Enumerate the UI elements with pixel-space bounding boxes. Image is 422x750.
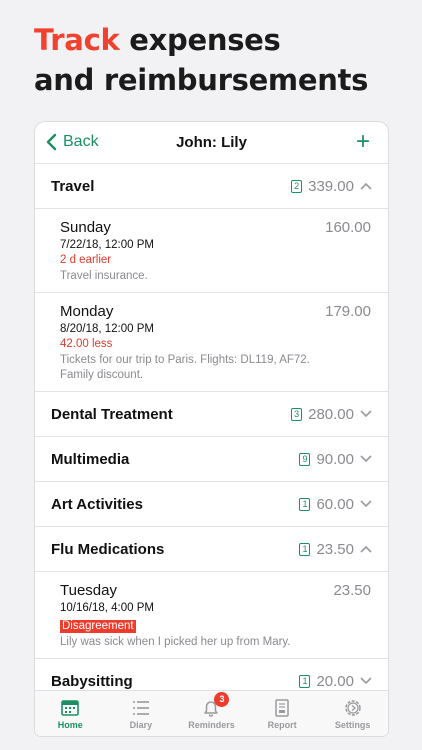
entry-note: Lily was sick when I picked her up from … <box>60 636 291 648</box>
entry-amount: 160.00 <box>325 219 371 236</box>
tab-bar: Home Diary 3 Reminders Report Settings <box>35 690 388 736</box>
headline-accent: Track <box>34 23 120 57</box>
category-summary: 1 23.50 <box>299 541 372 558</box>
count-badge: 2 <box>291 179 303 193</box>
category-total: 90.00 <box>316 450 354 468</box>
tab-label: Settings <box>334 720 371 730</box>
add-button[interactable]: + <box>356 130 370 154</box>
category-row-dental-treatment[interactable]: Dental Treatment 3 280.00 <box>35 392 388 437</box>
category-name: Babysitting <box>51 672 133 690</box>
tab-label: Report <box>267 720 297 730</box>
entry-note: Tickets for our trip to Paris. Flights: … <box>60 354 310 366</box>
chevron-up-icon <box>360 545 372 553</box>
tab-diary[interactable]: Diary <box>106 691 177 736</box>
list-icon <box>132 701 149 715</box>
count-badge: 1 <box>299 542 311 556</box>
entry-status-tag: Disagreement <box>60 620 136 633</box>
chevron-down-icon <box>360 410 372 418</box>
entry-date: 7/22/18, 12:00 PM <box>60 239 154 251</box>
category-summary: 2 339.00 <box>291 178 372 195</box>
headline: Track expenses and reimbursements <box>34 20 368 100</box>
chevron-down-icon <box>360 455 372 463</box>
tab-label: Diary <box>129 720 153 730</box>
headline-line-2: and reimbursements <box>34 63 369 97</box>
report-icon <box>275 699 289 717</box>
chevron-down-icon <box>360 677 372 685</box>
headline-line-1-rest: expenses <box>129 23 281 57</box>
category-row-travel[interactable]: Travel 2 339.00 <box>35 164 388 209</box>
tab-settings[interactable]: Settings <box>317 691 388 736</box>
nav-bar: Back John: Lily + <box>35 122 388 164</box>
count-badge: 9 <box>299 452 311 466</box>
category-total: 23.50 <box>316 540 354 558</box>
entry-amount: 179.00 <box>325 303 371 320</box>
expense-list: Travel 2 339.00 Sunday 160.00 7/22/18, 1… <box>35 164 388 704</box>
settings-icon <box>344 700 361 716</box>
category-row-art-activities[interactable]: Art Activities 1 60.00 <box>35 482 388 527</box>
count-badge: 1 <box>299 497 311 511</box>
headline-line-1: Track expenses <box>34 20 368 60</box>
entry-note: Travel insurance. <box>60 270 148 282</box>
tab-home[interactable]: Home <box>35 691 106 736</box>
count-badge: 1 <box>299 674 311 688</box>
entry-status: 2 d earlier <box>60 254 112 266</box>
chevron-down-icon <box>360 500 372 508</box>
category-total: 280.00 <box>308 405 354 423</box>
category-summary: 3 280.00 <box>291 406 372 423</box>
app-screen: Back John: Lily + Travel 2 339.00 Sunday… <box>35 122 388 736</box>
chevron-up-icon <box>360 182 372 190</box>
category-summary: 9 90.00 <box>299 451 372 468</box>
count-badge: 3 <box>291 407 303 421</box>
category-row-multimedia[interactable]: Multimedia 9 90.00 <box>35 437 388 482</box>
entry-note-2: Family discount. <box>60 369 144 381</box>
category-summary: 1 20.00 <box>299 673 372 690</box>
entry-amount: 23.50 <box>333 582 371 599</box>
expense-entry[interactable]: Monday 179.00 8/20/18, 12:00 PM 42.00 le… <box>35 293 388 392</box>
reminders-badge: 3 <box>214 692 230 707</box>
category-total: 20.00 <box>316 672 354 690</box>
category-summary: 1 60.00 <box>299 496 372 513</box>
tab-reminders[interactable]: 3 Reminders <box>176 691 247 736</box>
entry-status: 42.00 less <box>60 338 113 350</box>
entry-day: Tuesday <box>60 582 117 599</box>
home-icon <box>61 700 80 716</box>
category-total: 339.00 <box>308 177 354 195</box>
category-name: Flu Medications <box>51 540 165 558</box>
tab-label: Home <box>57 720 83 730</box>
category-row-flu-medications[interactable]: Flu Medications 1 23.50 <box>35 527 388 572</box>
nav-title: John: Lily <box>176 134 247 151</box>
tab-report[interactable]: Report <box>247 691 318 736</box>
category-total: 60.00 <box>316 495 354 513</box>
category-name: Art Activities <box>51 495 143 513</box>
entry-date: 8/20/18, 12:00 PM <box>60 323 154 335</box>
entry-date: 10/16/18, 4:00 PM <box>60 602 154 614</box>
tab-label: Reminders <box>188 720 235 730</box>
expense-entry[interactable]: Sunday 160.00 7/22/18, 12:00 PM 2 d earl… <box>35 209 388 293</box>
category-name: Multimedia <box>51 450 130 468</box>
category-name: Dental Treatment <box>51 405 173 423</box>
category-name: Travel <box>51 177 95 195</box>
expense-entry[interactable]: Tuesday 23.50 10/16/18, 4:00 PM Disagree… <box>35 572 388 659</box>
